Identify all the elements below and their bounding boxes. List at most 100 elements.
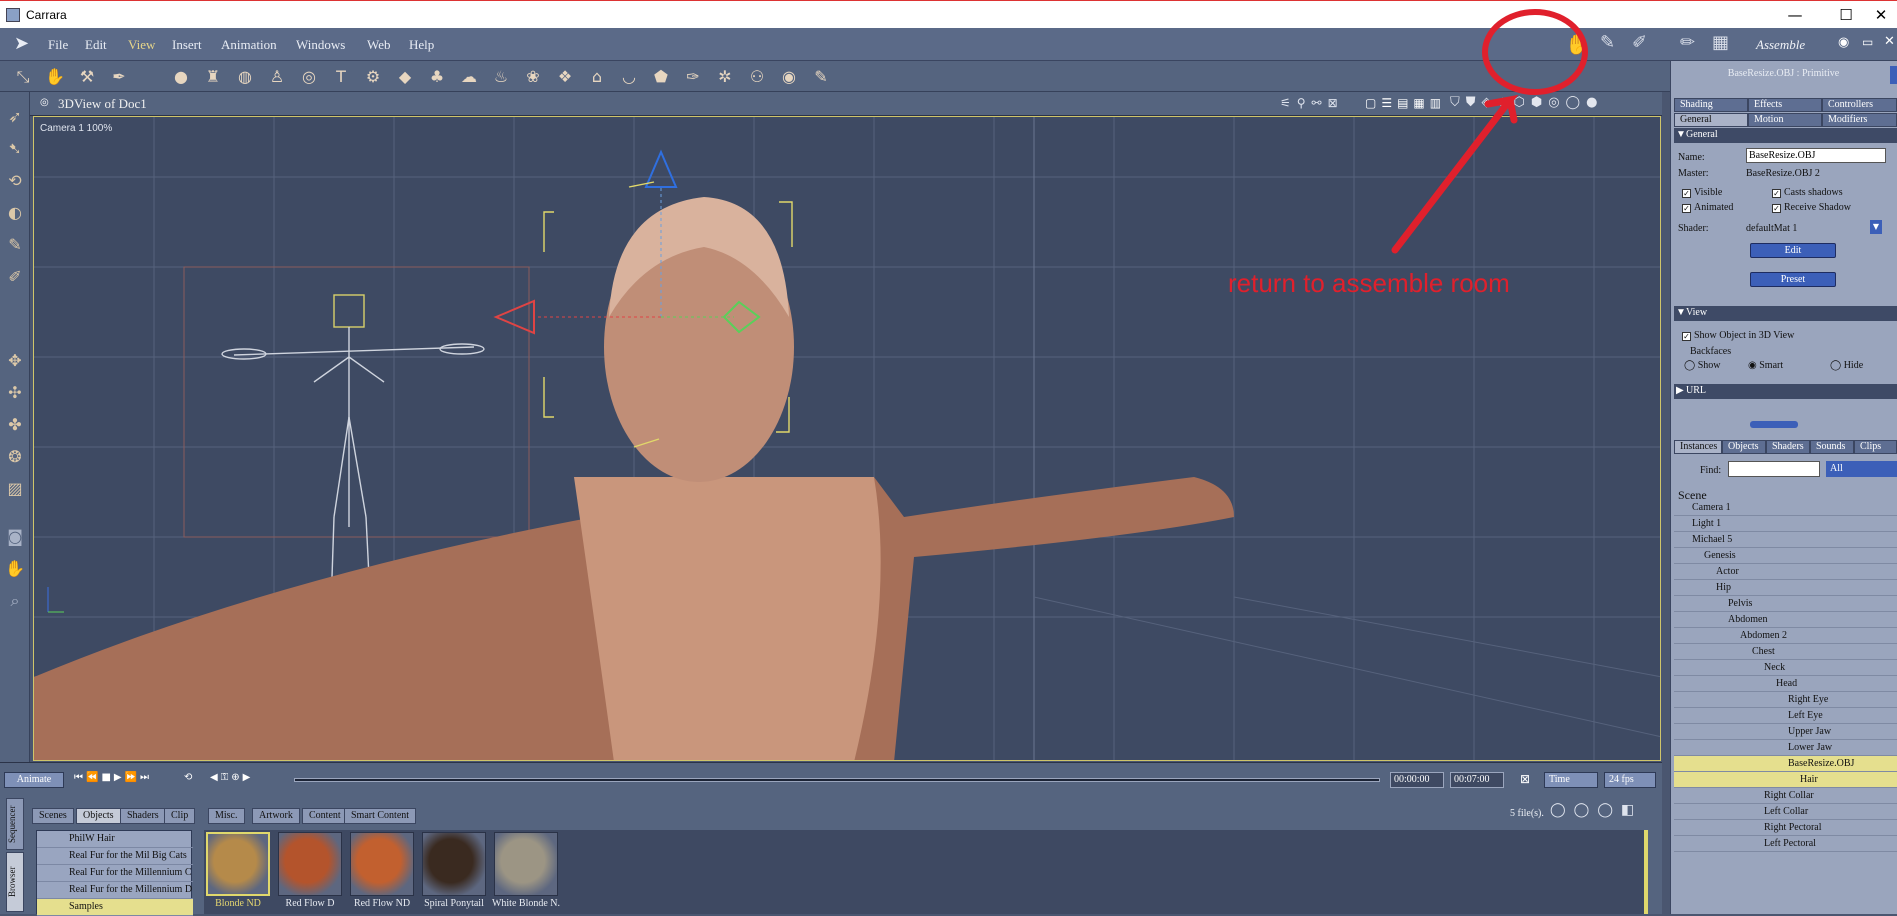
fire-icon[interactable]: ♨ [488,64,514,89]
menu-view[interactable]: View [128,37,155,53]
move-yz-icon[interactable]: ✤ [2,412,28,438]
side-tab-sequencer[interactable]: Sequencer [6,798,24,850]
tab-scenes[interactable]: Scenes [32,808,74,824]
find-input[interactable] [1728,461,1820,477]
tab-scene-shaders[interactable]: Shaders [1766,440,1810,454]
loop-icon[interactable]: ⟲ [184,772,192,783]
panel-edge-tab[interactable] [1890,66,1897,84]
move-arrow-icon[interactable]: ➷ [2,136,28,162]
tree-item[interactable]: Actor [1674,564,1897,580]
time-mode-toggle-icon[interactable]: ⊠ [1520,772,1530,786]
receive-shadow-checkbox[interactable]: ✓ Receive Shadow [1772,202,1851,213]
backface-hide-radio[interactable]: ◯ Hide [1830,360,1863,371]
tab-smart-content[interactable]: Smart Content [344,808,417,824]
text-icon[interactable]: T [328,64,354,89]
ring-icon[interactable]: ◉ [776,64,802,89]
cone-icon[interactable]: ♜ [200,64,226,89]
thumbnail[interactable] [422,832,486,896]
eye-icon[interactable]: ◉ [1838,35,1849,50]
tab-objects[interactable]: Objects [76,808,121,824]
rock-icon[interactable]: ⬟ [648,64,674,89]
timeline-scrubber[interactable] [294,778,1380,782]
tab-content[interactable]: Content [302,808,348,824]
tree-item[interactable]: Right Collar [1674,788,1897,804]
tree-item[interactable]: Left Collar [1674,804,1897,820]
globe-icon[interactable]: ◍ [232,64,258,89]
ocean-icon[interactable]: ❖ [552,64,578,89]
thumbnail[interactable] [206,832,270,896]
scale-icon[interactable]: ◐ [2,200,28,226]
trackball-icon[interactable]: ❂ [2,444,28,470]
hand-tool-icon[interactable]: ✋ [42,64,68,89]
tree-item[interactable]: Right Pectoral [1674,820,1897,836]
visible-checkbox[interactable]: ✓ Visible [1682,187,1722,198]
tab-instances[interactable]: Instances [1674,440,1722,454]
tree-icon[interactable]: ♣ [424,64,450,89]
tree-item[interactable]: Abdomen 2 [1674,628,1897,644]
browser-scrollbar[interactable] [1644,830,1648,914]
category-item[interactable]: PhilW Hair [37,831,193,848]
view-options-icons[interactable]: ⚟⚲⚯⊠ [1280,96,1344,110]
tab-effects[interactable]: Effects [1748,98,1822,112]
tab-artwork[interactable]: Artwork [252,808,300,824]
tree-item[interactable]: Hip [1674,580,1897,596]
tree-item[interactable]: Camera 1 [1674,500,1897,516]
browser-view-icons[interactable]: ◯◯◯◧ [1550,802,1642,818]
tree-item[interactable]: Right Eye [1674,692,1897,708]
shader-dropdown-icon[interactable]: ▼ [1870,220,1882,234]
tree-item[interactable]: Lower Jaw [1674,740,1897,756]
tab-clips[interactable]: Clips [1854,440,1897,454]
animated-checkbox[interactable]: ✓ Animated [1682,202,1733,213]
side-tab-browser[interactable]: Browser [6,852,24,912]
tab-controllers[interactable]: Controllers [1822,98,1897,112]
bone-icon[interactable]: ✎ [808,64,834,89]
tree-item[interactable]: Upper Jaw [1674,724,1897,740]
tree-item[interactable]: Head [1674,676,1897,692]
target-icon[interactable]: ◎ [296,64,322,89]
texture-room-icon[interactable]: ✏ [1680,32,1695,53]
name-input[interactable] [1746,148,1886,163]
category-item-selected[interactable]: Samples [37,899,193,916]
fps-select[interactable]: 24 fps [1604,772,1656,788]
menu-web[interactable]: Web [367,37,391,53]
plane-icon[interactable]: ◆ [392,64,418,89]
panel-splitter[interactable] [1750,421,1798,428]
backface-show-radio[interactable]: ◯ Show [1684,360,1721,371]
tree-item[interactable]: Chest [1674,644,1897,660]
tree-item[interactable]: Abdomen [1674,612,1897,628]
tree-item[interactable]: Pelvis [1674,596,1897,612]
figure-icon[interactable]: ♙ [264,64,290,89]
tab-general[interactable]: General [1674,113,1748,127]
playback-controls[interactable]: ⏮⏪■▶⏩⏭ [74,772,152,783]
bowl-icon[interactable]: ◡ [616,64,642,89]
section-view[interactable]: ▼ View [1674,306,1897,321]
thumbnail[interactable] [278,832,342,896]
tab-misc[interactable]: Misc. [208,808,245,824]
panel-close-icon[interactable]: ✕ [1884,34,1895,49]
category-item[interactable]: Real Fur for the Millennium D [37,882,193,899]
thumbnail[interactable] [350,832,414,896]
rotate-icon[interactable]: ⟲ [2,168,28,194]
zoom-icon[interactable]: ⌕ [2,588,28,614]
current-time-field[interactable]: 00:00:00 [1390,772,1444,788]
tree-item[interactable]: Hair [1674,772,1897,788]
menu-help[interactable]: Help [409,37,434,53]
render-room-icon[interactable]: ▦ [1712,32,1729,53]
tab-clip[interactable]: Clip [164,808,196,824]
filter-select[interactable]: All [1826,461,1897,477]
tree-item[interactable]: Michael 5 [1674,532,1897,548]
eyedropper-icon[interactable]: ✐ [2,264,28,290]
menu-edit[interactable]: Edit [85,37,107,53]
menu-insert[interactable]: Insert [172,37,202,53]
end-time-field[interactable]: 00:07:00 [1450,772,1504,788]
minimize-button[interactable]: — [1775,3,1815,27]
house-icon[interactable]: ⌂ [584,64,610,89]
preset-button[interactable]: Preset [1750,272,1836,287]
tab-shaders[interactable]: Shaders [120,808,166,824]
tree-item[interactable]: BaseResize.OBJ [1674,756,1897,772]
menu-windows[interactable]: Windows [296,37,345,53]
move-xz-icon[interactable]: ✣ [2,380,28,406]
time-mode-select[interactable]: Time [1544,772,1598,788]
tab-modifiers[interactable]: Modifiers [1822,113,1897,127]
paint-tool-icon[interactable]: ✒ [106,64,132,89]
